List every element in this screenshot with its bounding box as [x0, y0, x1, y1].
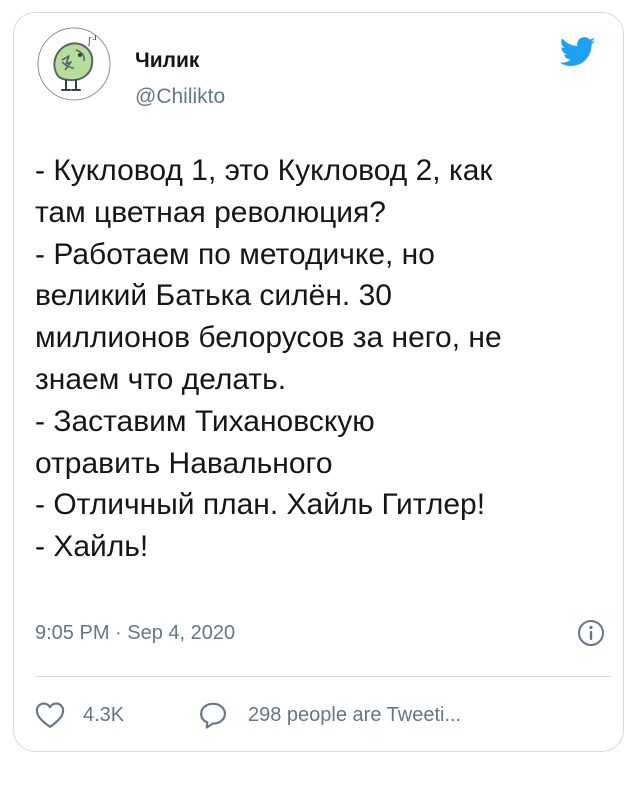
tweet-line: - Хайль! [35, 530, 149, 564]
people-tweeting-label: 298 people are Tweeti... [248, 703, 462, 726]
twitter-bird-icon[interactable] [559, 36, 596, 68]
svg-text:ɹ: ɹ [93, 33, 97, 43]
divider [35, 676, 611, 677]
tweet-line: - Работаем по методичке, но [35, 237, 435, 271]
tweet-text: - Кукловод 1, это Кукловод 2, как там цв… [35, 150, 610, 568]
tweet-line: - Кукловод 1, это Кукловод 2, как [35, 154, 493, 187]
reply-button[interactable]: 298 people are Tweeti... [198, 700, 461, 730]
author-handle[interactable]: @Chilikto [135, 84, 225, 110]
like-count: 4.3K [83, 703, 125, 726]
like-button[interactable]: 4.3K [35, 700, 124, 730]
heart-outline-icon [35, 702, 65, 728]
tweet-line: великий Батька силён. 30 [35, 279, 392, 313]
tweet-line: - Отличный план. Хайль Гитлер! [35, 488, 486, 522]
tweet-line: знаем что делать. [35, 362, 287, 396]
green-bird-sketch-icon: ʃ ɹ [37, 27, 111, 101]
tweet-line: отравить Навального [35, 446, 333, 480]
tweet-timestamp[interactable]: 9:05 PM · Sep 4, 2020 [35, 620, 235, 646]
tweet-line: - Заставим Тихановскую [35, 404, 375, 438]
author-display-name[interactable]: Чилик [135, 48, 199, 74]
avatar[interactable]: ʃ ɹ [36, 26, 112, 102]
tweet-line: там цветная революция? [35, 195, 386, 229]
info-circle-icon[interactable] [577, 619, 605, 647]
tweet-line: миллионов белорусов за него, не [35, 321, 502, 355]
speech-bubble-icon [200, 702, 226, 729]
